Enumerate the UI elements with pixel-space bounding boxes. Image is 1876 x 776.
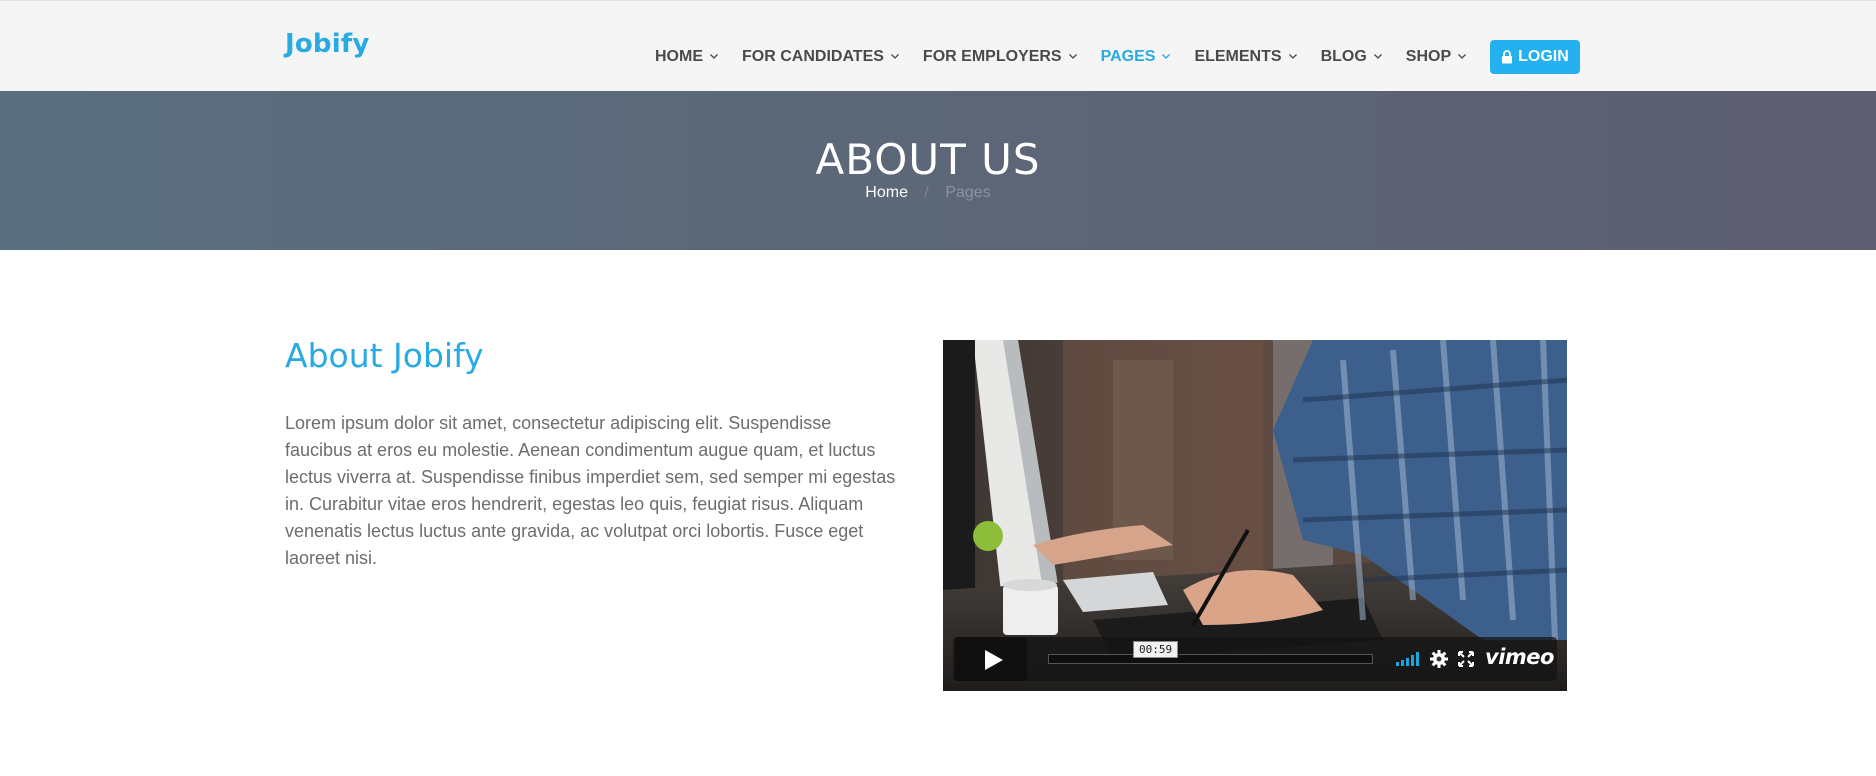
chevron-down-icon: [1162, 54, 1171, 59]
login-label: LOGIN: [1518, 48, 1569, 65]
about-heading: About Jobify: [285, 336, 484, 375]
fullscreen-icon: [1458, 651, 1474, 667]
site-logo[interactable]: Jobify: [285, 29, 370, 59]
vimeo-logo[interactable]: vimeo: [1485, 645, 1554, 669]
lock-icon: [1502, 50, 1513, 64]
chevron-down-icon: [710, 54, 718, 59]
nav-item-pages[interactable]: PAGES: [1101, 48, 1172, 66]
nav-item-label: SHOP: [1405, 48, 1452, 65]
breadcrumb-separator: /: [924, 184, 929, 201]
main-nav: HOME FOR CANDIDATES FOR EMPLOYERS PAGES …: [655, 39, 1580, 75]
video-time-tooltip: 00:59: [1133, 641, 1179, 658]
nav-item-label: ELEMENTS: [1194, 48, 1282, 65]
video-controls: 00:59 vimeo: [953, 637, 1557, 681]
nav-item-blog[interactable]: BLOG: [1321, 48, 1383, 66]
login-button[interactable]: LOGIN: [1490, 40, 1580, 74]
breadcrumb-home-link[interactable]: Home: [865, 184, 908, 201]
chevron-down-icon: [890, 54, 899, 59]
breadcrumb: Home / Pages: [0, 184, 1856, 202]
gear-icon: [1430, 650, 1448, 668]
nav-item-label: FOR CANDIDATES: [742, 48, 884, 65]
nav-item-label: FOR EMPLOYERS: [922, 48, 1062, 65]
chevron-down-icon: [1373, 54, 1382, 59]
nav-item-home[interactable]: HOME: [655, 48, 719, 66]
nav-item-for-candidates[interactable]: FOR CANDIDATES: [742, 48, 900, 66]
volume-icon: [1396, 652, 1419, 666]
about-paragraph: Lorem ipsum dolor sit amet, consectetur …: [285, 413, 896, 568]
site-header: Jobify HOME FOR CANDIDATES FOR EMPLOYERS…: [0, 0, 1876, 91]
nav-item-label: PAGES: [1100, 48, 1156, 65]
chevron-down-icon: [1288, 54, 1297, 59]
play-button[interactable]: [955, 637, 1027, 681]
chevron-down-icon: [1068, 54, 1077, 59]
page-banner: ABOUT US Home / Pages: [0, 91, 1876, 250]
play-icon: [985, 650, 1003, 670]
breadcrumb-current: Pages: [945, 184, 991, 201]
video-progress-bar[interactable]: 00:59: [1048, 641, 1373, 664]
chevron-down-icon: [1458, 54, 1467, 59]
nav-item-label: BLOG: [1320, 48, 1367, 65]
nav-item-label: HOME: [655, 48, 703, 65]
nav-item-elements[interactable]: ELEMENTS: [1194, 48, 1297, 66]
page-title: ABOUT US: [815, 135, 1041, 184]
nav-item-for-employers[interactable]: FOR EMPLOYERS: [923, 48, 1078, 66]
nav-item-shop[interactable]: SHOP: [1406, 48, 1467, 66]
video-player[interactable]: 00:59 vimeo: [943, 340, 1567, 691]
